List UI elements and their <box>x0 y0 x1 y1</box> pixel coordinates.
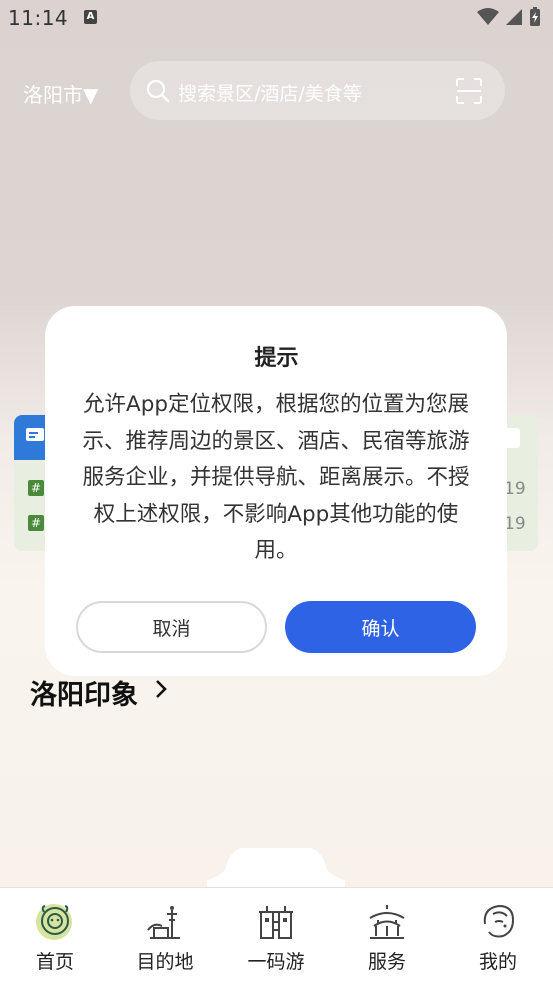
status-bar: 11:14 A <box>0 0 553 36</box>
battery-icon <box>530 7 540 26</box>
search-bar[interactable]: 搜索景区/酒店/美食等 <box>130 61 505 120</box>
status-time: 11:14 <box>8 6 69 30</box>
nav-label-service: 服务 <box>367 951 406 973</box>
nav-label-mine: 我的 <box>478 951 517 973</box>
nav-label-destination: 目的地 <box>136 951 194 973</box>
profile-face-icon <box>483 904 515 938</box>
cancel-button[interactable]: 取消 <box>76 601 267 653</box>
nav-label-home: 首页 <box>35 951 74 973</box>
destination-icon <box>147 906 180 939</box>
nav-item-code-tour[interactable]: 一码游 <box>221 888 331 984</box>
nav-item-home[interactable]: 首页 <box>0 888 110 984</box>
wifi-icon <box>477 8 499 25</box>
nav-item-service[interactable]: 服务 <box>332 888 442 984</box>
notification-app-icon: A <box>84 10 97 24</box>
hashtag-badge: # <box>28 515 44 531</box>
nav-item-destination[interactable]: 目的地 <box>110 888 220 984</box>
search-icon <box>146 79 170 103</box>
section-title-luoyang-impression[interactable]: 洛阳印象 <box>30 673 138 712</box>
hashtag-badge: # <box>28 480 44 496</box>
gate-tower-icon <box>259 906 293 939</box>
status-icons <box>477 7 541 27</box>
scan-icon[interactable] <box>456 78 482 104</box>
bottom-navigation: 首页 目的地 一码游 服务 我的 <box>0 887 553 984</box>
card-number: 19 <box>504 514 526 534</box>
dialog-title: 提示 <box>254 346 299 371</box>
dialog-message: 允许App定位权限，根据您的位置为您展示、推荐周边的景区、酒店、民宿等旅游服务企… <box>82 392 470 563</box>
home-lion-icon <box>36 904 72 940</box>
search-placeholder: 搜索景区/酒店/美食等 <box>178 83 362 105</box>
nav-label-code-tour: 一码游 <box>247 951 305 973</box>
pavilion-icon <box>369 905 405 939</box>
signal-icon <box>506 9 522 25</box>
confirm-button[interactable]: 确认 <box>285 601 476 653</box>
city-selector[interactable]: 洛阳市▼ <box>23 79 98 108</box>
chevron-right-icon[interactable] <box>154 678 168 700</box>
card-number: 19 <box>504 479 526 499</box>
ticket-icon <box>26 428 44 441</box>
nav-item-mine[interactable]: 我的 <box>443 888 553 984</box>
